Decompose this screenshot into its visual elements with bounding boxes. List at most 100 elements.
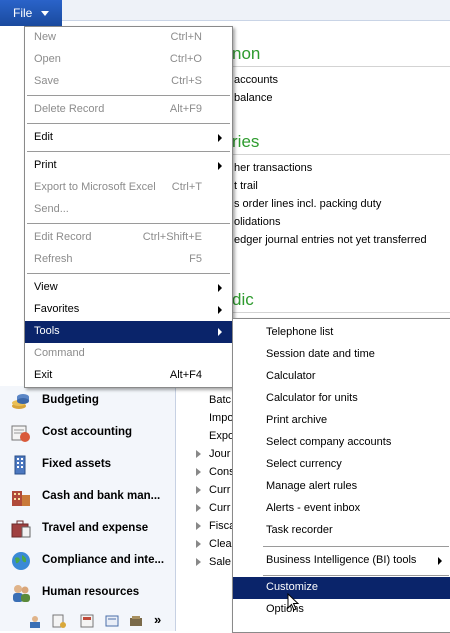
menu-item-bi-tools[interactable]: Business Intelligence (BI) tools	[233, 550, 450, 572]
nav-shortcut-icon[interactable]	[51, 613, 67, 629]
list-item[interactable]: Batc	[209, 394, 231, 406]
section-divider	[232, 312, 450, 313]
menu-item-options[interactable]: Options	[233, 599, 450, 621]
menu-item-alerts-inbox[interactable]: Alerts - event inbox	[233, 498, 450, 520]
menu-item-task-recorder[interactable]: Task recorder	[233, 520, 450, 542]
menu-item-label: Calculator for units	[266, 392, 358, 404]
menu-item-label: Task recorder	[266, 524, 333, 536]
menu-item-label: Exit	[34, 369, 53, 381]
menu-item-view[interactable]: View	[25, 277, 232, 299]
content-link[interactable]: s order lines incl. packing duty	[234, 198, 381, 210]
list-item[interactable]: Jour	[209, 448, 230, 460]
menu-item-calculator-units[interactable]: Calculator for units	[233, 388, 450, 410]
list-item[interactable]: Curr	[209, 502, 230, 514]
menu-item-open[interactable]: Open Ctrl+O	[25, 49, 232, 71]
menu-item-label: Send...	[34, 203, 69, 215]
expand-icon[interactable]	[196, 522, 201, 530]
menu-item-print[interactable]: Print	[25, 155, 232, 177]
menu-item-refresh[interactable]: Refresh F5	[25, 249, 232, 271]
expand-icon[interactable]	[196, 468, 201, 476]
menu-item-export-excel[interactable]: Export to Microsoft Excel Ctrl+T	[25, 177, 232, 199]
list-item[interactable]: Impo	[209, 412, 233, 424]
nav-item-cost-accounting[interactable]: Cost accounting	[0, 418, 175, 448]
menu-item-edit[interactable]: Edit	[25, 127, 232, 149]
expand-icon[interactable]	[196, 450, 201, 458]
list-item[interactable]: Clea	[209, 538, 232, 550]
menu-item-label: Favorites	[34, 303, 80, 315]
menu-item-edit-record[interactable]: Edit Record Ctrl+Shift+E	[25, 227, 232, 249]
expand-icon[interactable]	[196, 504, 201, 512]
menu-item-label: Business Intelligence (BI) tools	[266, 554, 417, 566]
fixed-assets-icon	[14, 455, 26, 475]
file-menu: New Ctrl+N Open Ctrl+O Save Ctrl+S Delet…	[24, 26, 233, 388]
nav-shortcut-icon[interactable]	[27, 613, 43, 629]
menu-item-customize[interactable]: Customize	[233, 577, 450, 599]
content-link[interactable]: accounts	[234, 74, 278, 86]
menu-item-session-date[interactable]: Session date and time	[233, 344, 450, 366]
menu-item-label: Print archive	[266, 414, 328, 426]
menu-item-favorites[interactable]: Favorites	[25, 299, 232, 321]
menu-item-shortcut: Ctrl+N	[170, 31, 202, 43]
menu-item-label: Command	[34, 347, 85, 359]
expand-icon[interactable]	[196, 540, 201, 548]
menu-item-label: Delete Record	[34, 103, 105, 115]
section-heading: dic	[232, 290, 254, 309]
nav-item-fixed-assets[interactable]: Fixed assets	[0, 450, 175, 480]
menu-item-print-archive[interactable]: Print archive	[233, 410, 450, 432]
menu-item-label: Edit	[34, 131, 53, 143]
menu-item-label: Session date and time	[266, 348, 375, 360]
content-link[interactable]: t trail	[234, 180, 258, 192]
menu-item-command[interactable]: Command	[25, 343, 232, 365]
menu-item-exit[interactable]: Exit Alt+F4	[25, 365, 232, 387]
travel-expense-icon	[11, 520, 31, 538]
content-link[interactable]: balance	[234, 92, 273, 104]
nav-item-label: Travel and expense	[42, 522, 149, 534]
menu-separator	[27, 95, 230, 96]
content-link[interactable]: edger journal entries not yet transferre…	[234, 234, 427, 246]
section-divider	[232, 66, 450, 67]
menu-item-new[interactable]: New Ctrl+N	[25, 27, 232, 49]
submenu-arrow-icon	[218, 284, 222, 292]
cash-bank-icon	[12, 491, 30, 506]
menu-item-send[interactable]: Send...	[25, 199, 232, 221]
menu-item-delete-record[interactable]: Delete Record Alt+F9	[25, 99, 232, 121]
submenu-arrow-icon	[218, 134, 222, 142]
file-menu-button[interactable]: File	[0, 0, 62, 26]
menu-item-label: Refresh	[34, 253, 73, 265]
menu-separator	[27, 223, 230, 224]
nav-overflow-button[interactable]: »	[154, 612, 161, 627]
list-item[interactable]: Expo	[209, 430, 234, 442]
nav-item-compliance[interactable]: Compliance and inte...	[0, 546, 175, 576]
nav-item-label: Human resources	[42, 586, 140, 598]
submenu-arrow-icon	[218, 306, 222, 314]
expand-icon[interactable]	[196, 486, 201, 494]
nav-item-label: Budgeting	[42, 394, 99, 406]
list-item[interactable]: Sale	[209, 556, 231, 568]
menu-item-select-company[interactable]: Select company accounts	[233, 432, 450, 454]
submenu-arrow-icon	[218, 328, 222, 336]
menu-item-save[interactable]: Save Ctrl+S	[25, 71, 232, 93]
menu-item-tools[interactable]: Tools	[25, 321, 232, 343]
menu-item-manage-alert-rules[interactable]: Manage alert rules	[233, 476, 450, 498]
nav-shortcut-icon[interactable]	[79, 613, 95, 629]
content-link[interactable]: olidations	[234, 216, 280, 228]
list-item[interactable]: Cons	[209, 466, 235, 478]
expand-icon[interactable]	[196, 558, 201, 566]
nav-item-cash-and-bank[interactable]: Cash and bank man...	[0, 482, 175, 512]
nav-shortcut-icon[interactable]	[104, 613, 120, 629]
menu-item-telephone-list[interactable]: Telephone list	[233, 322, 450, 344]
nav-shortcut-icon[interactable]	[128, 613, 144, 629]
menu-item-calculator[interactable]: Calculator	[233, 366, 450, 388]
menu-item-label: New	[34, 31, 57, 43]
list-item[interactable]: Curr	[209, 484, 230, 496]
lower-list: Batc Impo Expo Jour Cons Curr Curr Fisca…	[176, 386, 235, 631]
menu-item-label: Save	[34, 75, 60, 87]
menu-item-shortcut: Ctrl+Shift+E	[142, 231, 202, 243]
tools-submenu: Telephone list Session date and time Cal…	[232, 318, 450, 633]
content-link[interactable]: her transactions	[234, 162, 312, 174]
nav-item-human-resources[interactable]: Human resources	[0, 578, 175, 608]
budgeting-icon	[12, 394, 29, 409]
nav-item-travel-and-expense[interactable]: Travel and expense	[0, 514, 175, 544]
menu-item-select-currency[interactable]: Select currency	[233, 454, 450, 476]
nav-item-budgeting[interactable]: Budgeting	[0, 386, 175, 416]
